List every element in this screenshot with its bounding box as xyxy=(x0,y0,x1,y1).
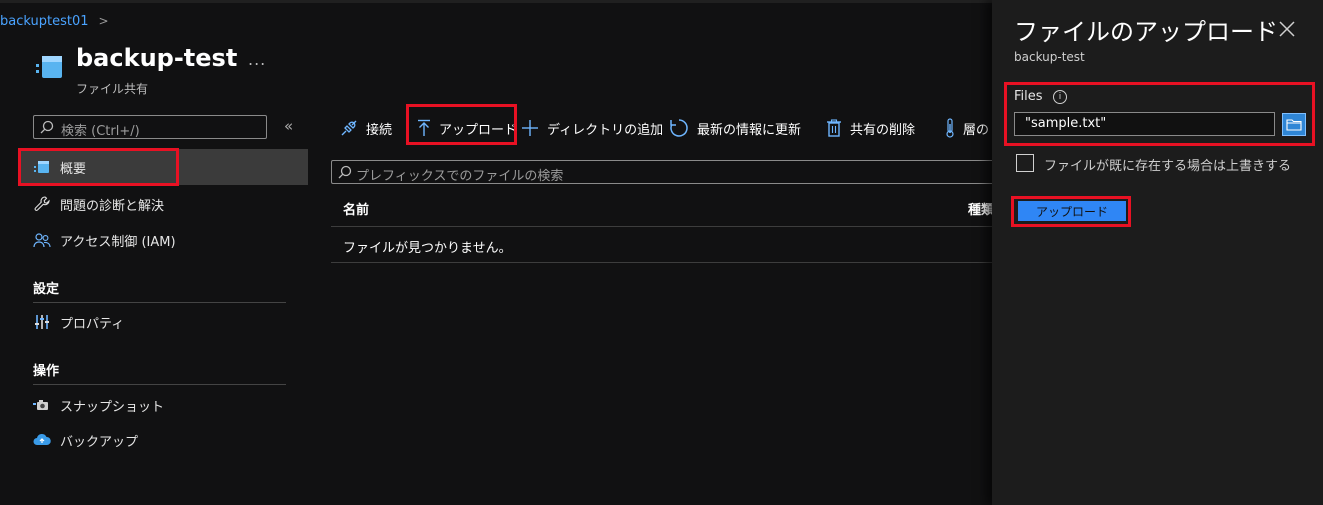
sidebar-item-label: バックアップ xyxy=(60,434,139,450)
people-icon xyxy=(32,230,52,250)
table-divider xyxy=(331,226,1001,227)
file-share-icon xyxy=(32,157,52,177)
sidebar-search-input[interactable]: 検索 (Ctrl+/) xyxy=(33,115,267,139)
sidebar-item-diagnose[interactable]: 問題の診断と解決 xyxy=(20,186,308,222)
change-tier-label: 層の xyxy=(963,122,990,138)
sidebar-item-label: 問題の診断と解決 xyxy=(60,198,165,214)
refresh-label: 最新の情報に更新 xyxy=(697,122,802,138)
file-prefix-search-input[interactable]: プレフィックスでのファイルの検索 xyxy=(331,160,1001,184)
upload-label: アップロード xyxy=(439,122,518,138)
panel-title: ファイルのアップロード xyxy=(1014,18,1278,46)
page-title: backup-test xyxy=(76,44,238,72)
column-header-name[interactable]: 名前 xyxy=(343,199,369,218)
panel-subtitle: backup-test xyxy=(1014,50,1085,64)
connect-button[interactable]: 接続 xyxy=(340,116,392,140)
section-divider xyxy=(33,302,286,303)
breadcrumb-separator: > xyxy=(98,14,109,28)
sidebar-item-overview[interactable]: 概要 xyxy=(20,149,308,185)
backup-icon xyxy=(32,430,52,450)
delete-share-button[interactable]: 共有の削除 xyxy=(826,116,915,140)
sidebar-item-iam[interactable]: アクセス制御 (IAM) xyxy=(20,222,308,258)
upload-submit-button[interactable]: アップロード xyxy=(1018,201,1126,221)
sidebar-item-label: プロパティ xyxy=(60,316,125,332)
sidebar-item-properties[interactable]: プロパティ xyxy=(20,304,308,340)
file-share-icon xyxy=(36,56,62,78)
files-label: Files xyxy=(1014,89,1043,104)
plus-icon xyxy=(521,119,539,137)
upload-file-panel: ファイルのアップロード backup-test Files i "sample.… xyxy=(992,0,1323,505)
upload-toolbar-button[interactable]: アップロード xyxy=(417,116,517,140)
sidebar-item-backup[interactable]: バックアップ xyxy=(20,422,308,458)
sidebar-item-label: スナップショット xyxy=(60,399,165,415)
add-directory-label: ディレクトリの追加 xyxy=(547,122,664,138)
overwrite-checkbox[interactable] xyxy=(1016,154,1034,172)
file-search-placeholder: プレフィックスでのファイルの検索 xyxy=(356,169,564,184)
section-heading-operations: 操作 xyxy=(33,364,60,379)
page-subtitle: ファイル共有 xyxy=(76,82,149,96)
table-divider xyxy=(331,262,1001,263)
properties-icon xyxy=(32,312,52,332)
empty-table-message: ファイルが見つかりません。 xyxy=(343,241,512,256)
wrench-icon xyxy=(32,194,52,214)
collapse-sidebar-button[interactable]: « xyxy=(284,117,293,135)
delete-share-label: 共有の削除 xyxy=(850,122,916,138)
folder-icon xyxy=(1286,119,1302,131)
sidebar-item-label: アクセス制御 (IAM) xyxy=(60,234,176,250)
connect-label: 接続 xyxy=(366,122,393,138)
files-input[interactable]: "sample.txt" xyxy=(1014,112,1275,136)
sidebar-item-label: 概要 xyxy=(60,161,87,177)
refresh-icon xyxy=(669,118,689,138)
thermometer-icon xyxy=(945,118,955,138)
snapshot-icon xyxy=(32,395,52,415)
column-header-type[interactable]: 種類 xyxy=(968,199,994,218)
breadcrumb: backuptest01 > xyxy=(0,14,109,29)
sidebar-search-placeholder: 検索 (Ctrl+/) xyxy=(61,124,140,139)
search-icon xyxy=(40,120,54,134)
section-divider xyxy=(33,384,286,385)
trash-icon xyxy=(826,119,842,137)
close-icon[interactable] xyxy=(1278,20,1296,38)
more-options-button[interactable]: ... xyxy=(248,50,266,69)
info-icon[interactable]: i xyxy=(1053,90,1067,104)
section-heading-settings: 設定 xyxy=(33,282,60,297)
search-icon xyxy=(338,165,352,179)
breadcrumb-link-backuptest01[interactable]: backuptest01 xyxy=(0,14,89,29)
change-tier-button[interactable]: 層の xyxy=(945,116,989,140)
upload-arrow-icon xyxy=(417,119,431,137)
sidebar-item-snapshot[interactable]: スナップショット xyxy=(20,387,308,423)
refresh-button[interactable]: 最新の情報に更新 xyxy=(669,116,801,140)
overwrite-label: ファイルが既に存在する場合は上書きする xyxy=(1044,159,1292,174)
plug-icon xyxy=(340,119,358,137)
browse-files-button[interactable] xyxy=(1282,113,1306,136)
add-directory-button[interactable]: ディレクトリの追加 xyxy=(521,116,663,140)
